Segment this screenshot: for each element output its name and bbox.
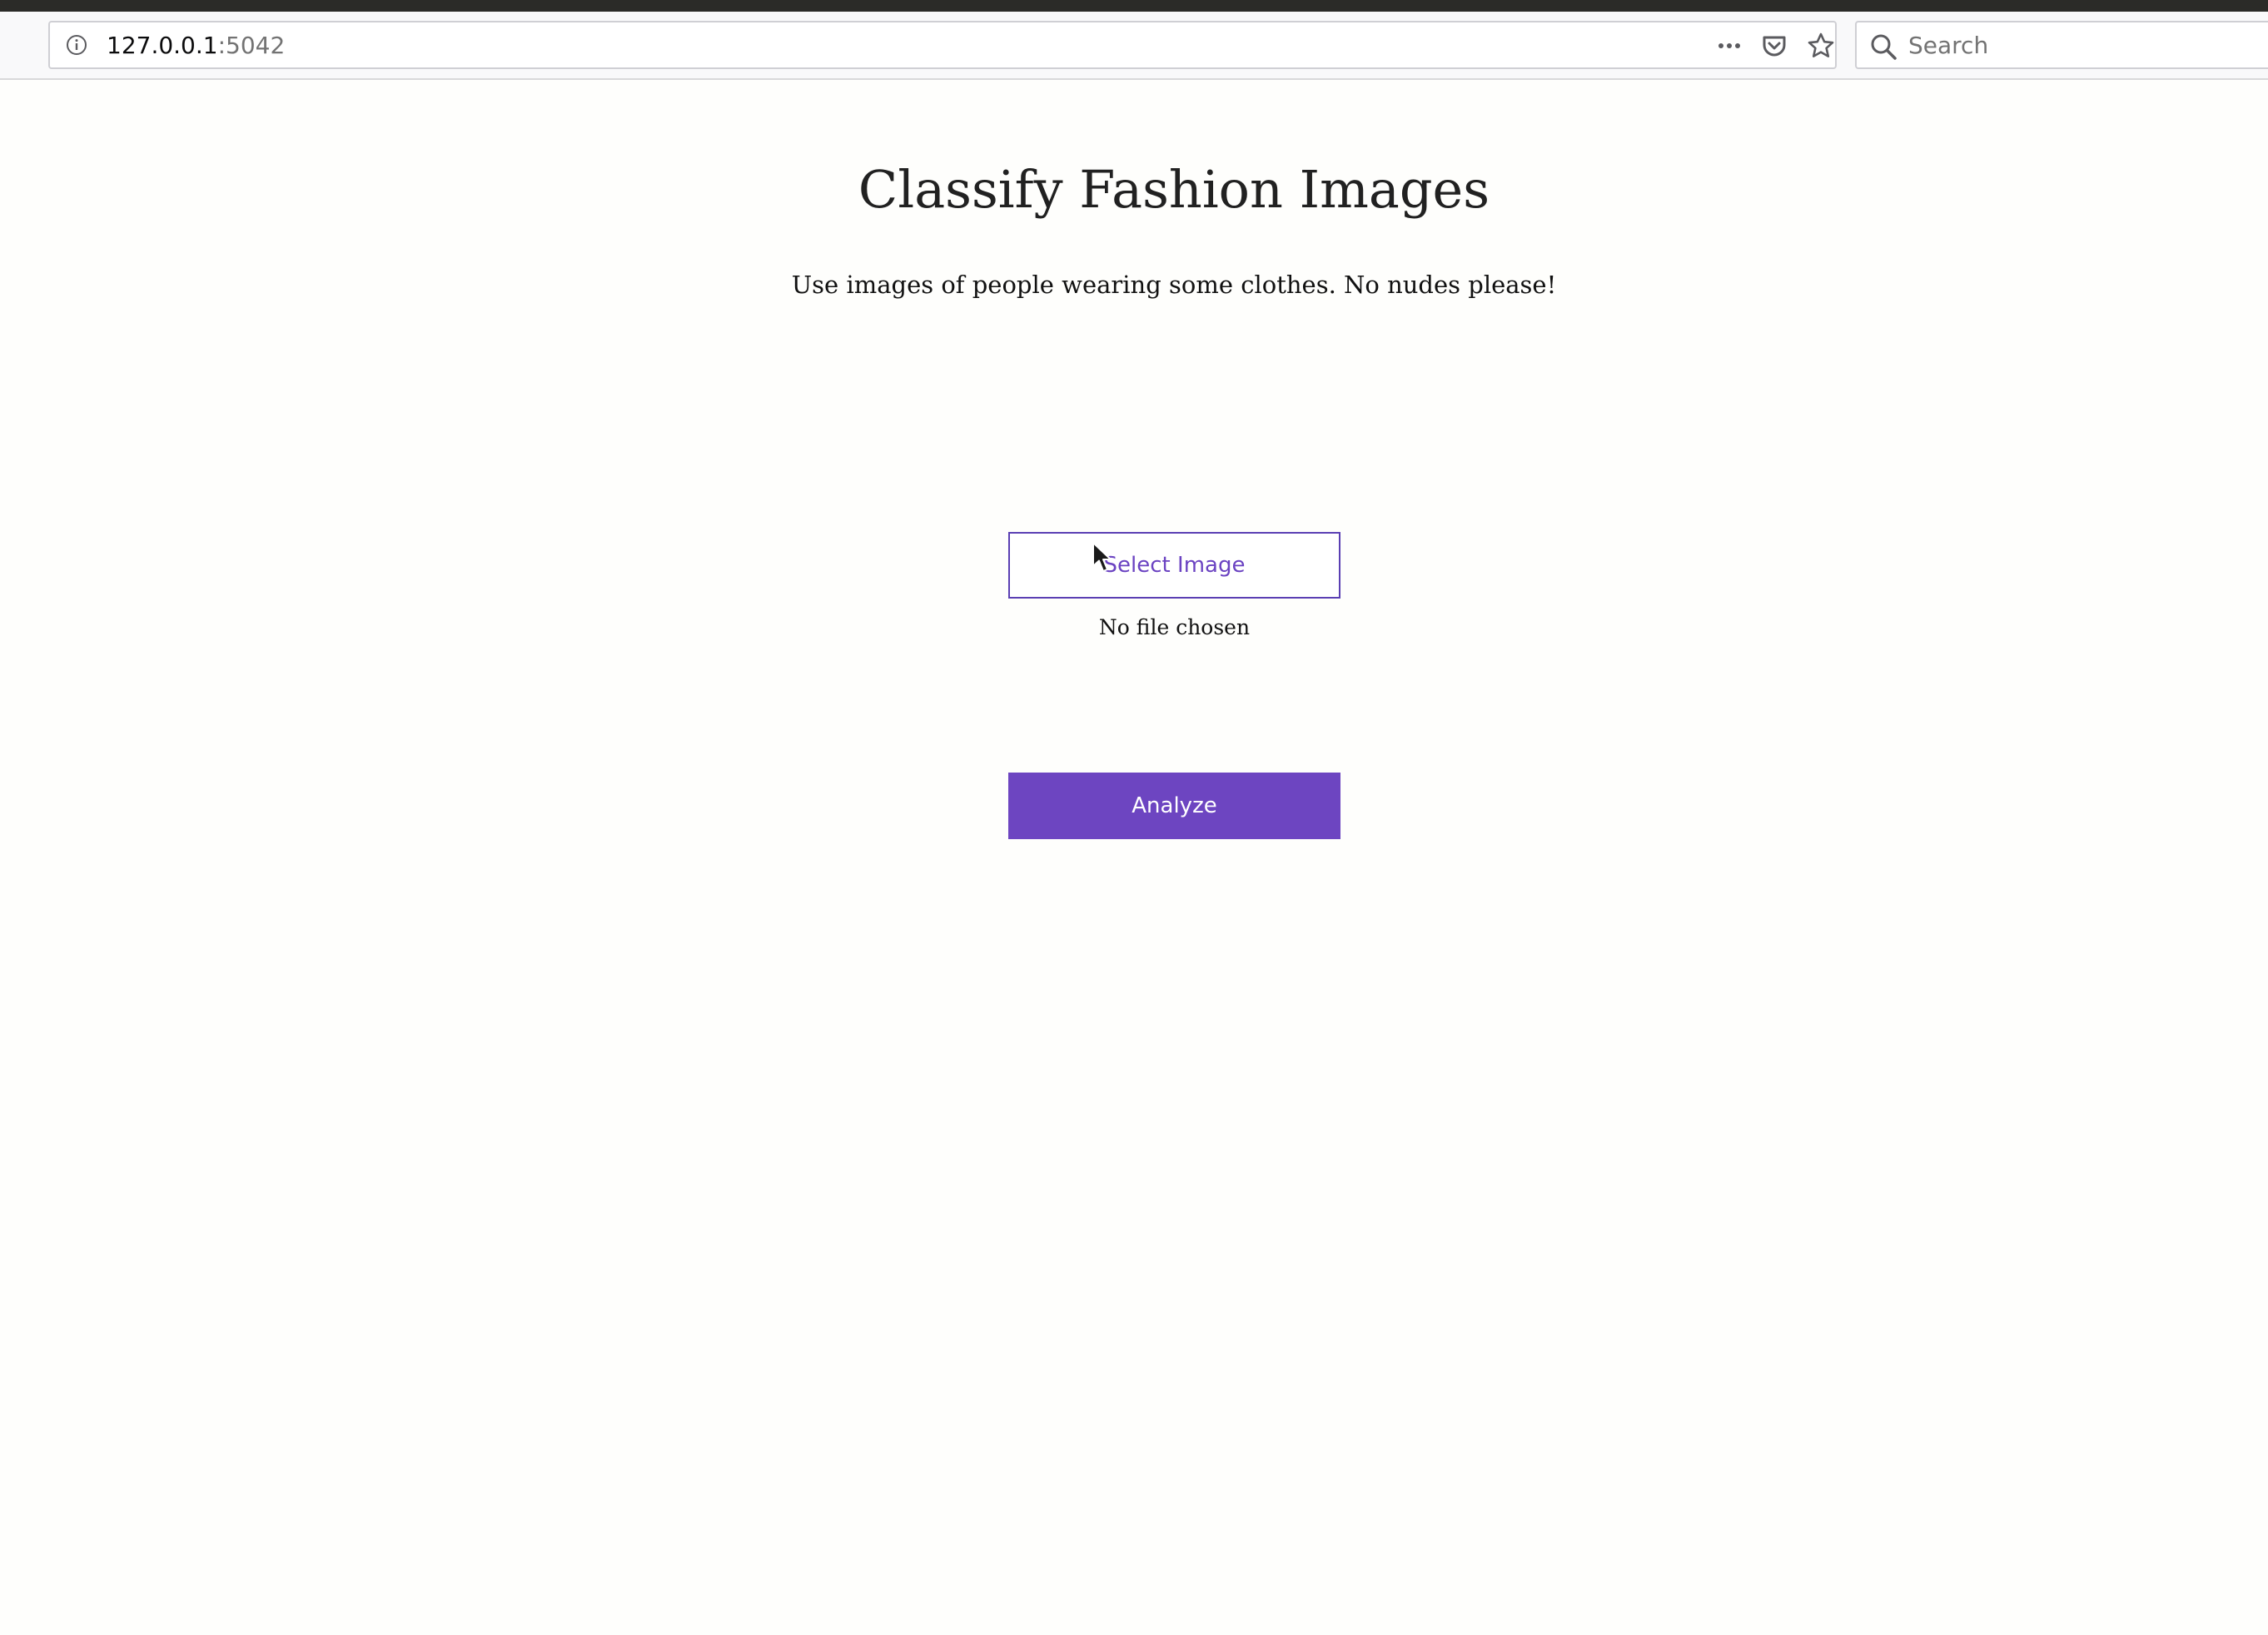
page-title: Classify Fashion Images [858,159,1490,220]
url-text[interactable]: 127.0.0.1:5042 [107,32,285,60]
info-icon[interactable] [65,33,88,57]
page: 127.0.0.1:5042 Search Classify Fashion I… [0,0,2268,1635]
page-subtitle: Use images of people wearing some clothe… [791,271,1557,299]
url-bar[interactable]: 127.0.0.1:5042 [48,21,1837,69]
bookmark-star-icon[interactable] [1807,32,1835,60]
url-port: :5042 [217,32,286,59]
search-bar[interactable]: Search [1855,21,2268,69]
search-placeholder: Search [1908,32,1989,59]
select-image-button[interactable]: Select Image [1008,532,1340,599]
more-actions-icon[interactable] [1715,32,1743,60]
analyze-button[interactable]: Analyze [1008,773,1340,839]
pocket-icon[interactable] [1760,32,1788,60]
file-status-text: No file chosen [1098,615,1251,639]
browser-toolbar: 127.0.0.1:5042 Search [0,12,2268,80]
url-host: 127.0.0.1 [107,32,218,59]
window-top-strip [0,0,2268,12]
search-icon [1871,34,1897,60]
